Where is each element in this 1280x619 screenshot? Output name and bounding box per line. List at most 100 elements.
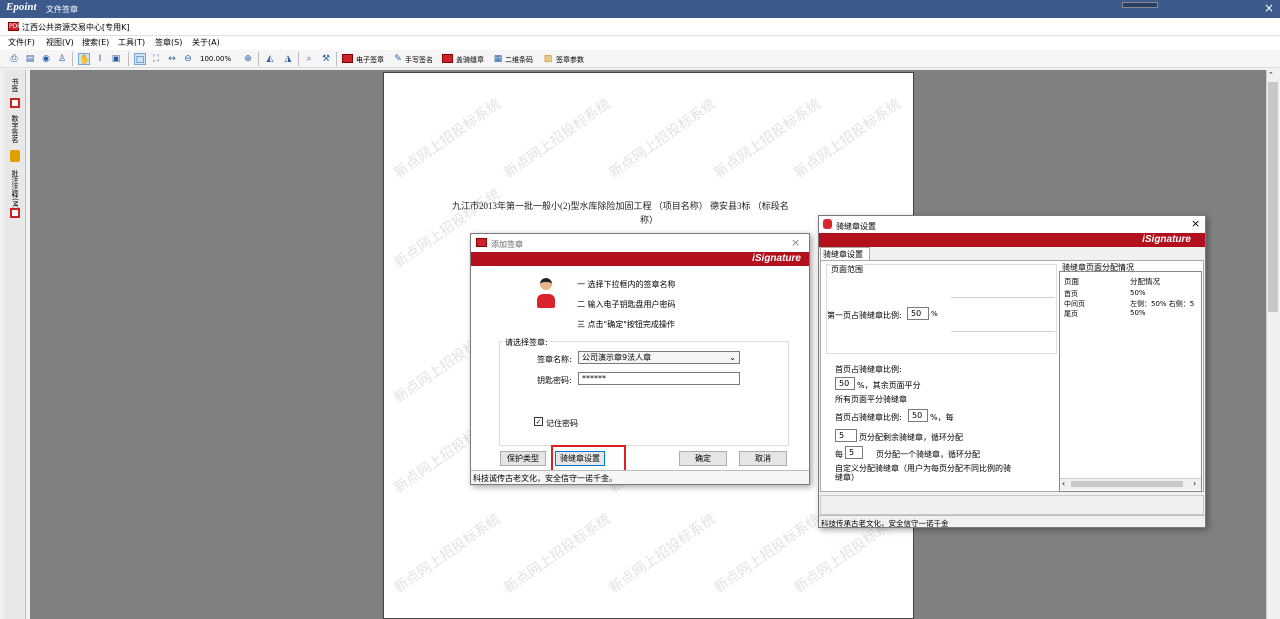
each-prefix: 每 — [835, 450, 843, 459]
sidebar-annotation[interactable]: 批注注释(M) — [10, 170, 20, 210]
search-icon[interactable]: ⌕ — [303, 53, 315, 65]
document-bar — [0, 18, 1280, 36]
electronic-seal-button[interactable]: 电子签章 — [356, 55, 384, 65]
scrollbar-thumb[interactable] — [1268, 82, 1278, 312]
tab-riding-settings[interactable]: 骑缝章设置 — [820, 247, 870, 261]
hscroll-thumb[interactable] — [1071, 481, 1183, 487]
pdf-icon: PDF — [8, 22, 21, 31]
annotation-icon[interactable] — [10, 208, 20, 218]
step-3: 三 点击"确定"按钮完成操作 — [577, 320, 675, 329]
handwrite-icon[interactable]: ✎ — [392, 53, 404, 65]
protect-type-button[interactable]: 保护类型 — [500, 451, 546, 466]
fit-page-icon[interactable]: ⛶ — [150, 53, 162, 65]
app-close-button[interactable]: × — [1261, 1, 1277, 15]
digital-sign-icon[interactable] — [10, 150, 20, 162]
riding-close-button[interactable]: × — [1191, 217, 1200, 230]
each-input[interactable]: 5 — [845, 446, 863, 459]
scroll-right-icon[interactable]: › — [1193, 479, 1196, 488]
riding-seal-icon[interactable] — [442, 54, 453, 63]
zoom-level[interactable]: 100.00% — [200, 55, 231, 63]
head-ratio-label: 首页占骑缝章比例: — [835, 365, 902, 374]
seal-user-icon — [535, 278, 557, 314]
dist-header-alloc: 分配情况 — [1130, 277, 1160, 286]
sidebar-bookmark[interactable]: 书签 — [10, 78, 20, 92]
seal-group-label: 请选择签章: — [503, 337, 550, 348]
menu-view[interactable]: 视图(V) — [46, 37, 74, 48]
handwrite-sign-button[interactable]: 手写签名 — [405, 55, 433, 65]
watermark-text: 新点网上招投标系统 — [391, 96, 504, 182]
custom-allocation[interactable]: 自定义分配骑缝章（用户为每页分配不同比例的骑缝章） — [835, 464, 1011, 482]
app-title: 文件签章 — [46, 5, 78, 14]
fit-width-icon[interactable]: ↔ — [166, 53, 178, 65]
pages-suffix: 页分配剩余骑缝章，循环分配 — [859, 433, 963, 442]
dist-header-page: 页面 — [1064, 277, 1079, 286]
head-ratio2-suffix: %，每 — [930, 413, 954, 422]
single-page-icon[interactable]: □ — [134, 53, 146, 65]
scroll-left-icon[interactable]: ‹ — [1062, 479, 1065, 488]
zoom-out-icon[interactable]: ⊖ — [182, 53, 194, 65]
sidebar-digital-sign[interactable]: 数字签名 — [10, 115, 20, 143]
select-text-icon[interactable]: I — [94, 53, 106, 65]
step-1: 一 选择下拉框内的签章名称 — [577, 280, 676, 289]
menu-search[interactable]: 搜索(E) — [82, 37, 109, 48]
stamp-icon[interactable]: ♙ — [56, 53, 68, 65]
qrcode-button[interactable]: 二维条码 — [505, 55, 533, 65]
seal-name-select[interactable]: 公司演示章9法人章 ⌄ — [578, 351, 740, 364]
hand-tool-icon[interactable]: ✋ — [78, 53, 90, 65]
qrcode-icon[interactable]: ▦ — [492, 53, 504, 65]
add-seal-title: 添加签章 — [491, 240, 523, 249]
cancel-button[interactable]: 取消 — [739, 451, 787, 466]
head-ratio2-input[interactable]: 50 — [908, 409, 928, 422]
head-ratio-suffix: %，其余页面平分 — [857, 381, 921, 390]
rotate-left-icon[interactable]: ◭ — [264, 53, 276, 65]
watermark-text: 新点网上招投标系统 — [501, 96, 614, 182]
pages-input[interactable]: 5 — [835, 429, 857, 442]
watermark-text: 新点网上招投标系统 — [606, 96, 719, 182]
first-page-ratio-input[interactable]: 50 — [907, 307, 929, 320]
remember-password-checkbox[interactable]: ✓ — [534, 417, 543, 426]
rotate-right-icon[interactable]: ◮ — [282, 53, 294, 65]
menu-file[interactable]: 文件(F) — [8, 37, 35, 48]
zoom-in-icon[interactable]: ⊕ — [242, 53, 254, 65]
dist-row-page: 中间页 — [1064, 300, 1085, 308]
all-pages-label[interactable]: 所有页面平分骑缝章 — [835, 394, 907, 405]
seal-params-icon[interactable]: ▨ — [542, 53, 554, 65]
riding-title-bar — [819, 216, 1205, 233]
head-ratio2-label: 首页占骑缝章比例: — [835, 413, 902, 422]
titlebar-widget[interactable] — [1122, 2, 1158, 8]
isignature-banner: iSignature — [471, 252, 809, 266]
riding-seal-button[interactable]: 盖骑缝章 — [456, 55, 484, 65]
dist-row-alloc: 左侧：50% 右侧：5 — [1130, 300, 1195, 308]
range-group — [826, 264, 1057, 354]
key-password-input[interactable]: ****** — [578, 372, 740, 385]
riding-seal-dialog: 骑缝章设置 × iSignature 骑缝章设置 页面范围 第一页占骑缝章比例:… — [818, 215, 1206, 528]
riding-title: 骑缝章设置 — [836, 222, 876, 231]
snapshot-icon[interactable]: ▣ — [110, 53, 122, 65]
chevron-down-icon: ⌄ — [729, 353, 736, 362]
print-icon[interactable]: ⎙ — [8, 53, 20, 65]
document-title[interactable]: 江西公共资源交易中心[专用K] — [22, 22, 130, 33]
riding-status: 科技传承古老文化，安全信守一诺千金 — [821, 519, 949, 528]
menu-tools[interactable]: 工具(T) — [118, 37, 145, 48]
scroll-up-icon[interactable]: ⌃ — [1268, 71, 1274, 79]
dist-row-page: 尾页 — [1064, 310, 1078, 318]
remember-password-label: 记住密码 — [546, 419, 578, 428]
head-ratio-input[interactable]: 50 — [835, 377, 855, 390]
seal-name-value: 公司演示章9法人章 — [582, 353, 652, 362]
settings-tool-icon[interactable]: ⚒ — [320, 53, 332, 65]
add-seal-close-button[interactable]: × — [791, 236, 800, 249]
document-line-1: 九江市2013年第一批一般小(2)型水库除险加固工程 （项目名称） 德安县3标 … — [452, 201, 789, 211]
page-icon[interactable]: ▤ — [24, 53, 36, 65]
menu-seal[interactable]: 签章(S) — [155, 37, 182, 48]
step-2: 二 输入电子钥匙盘用户密码 — [577, 300, 676, 309]
electronic-seal-icon[interactable] — [342, 54, 353, 63]
ok-button[interactable]: 确定 — [679, 451, 727, 466]
app-titlebar — [0, 0, 1280, 18]
bookmark-icon[interactable] — [10, 98, 20, 108]
find-icon[interactable]: ◉ — [40, 53, 52, 65]
seal-params-button[interactable]: 签章参数 — [556, 55, 584, 65]
menu-about[interactable]: 关于(A) — [192, 37, 220, 48]
first-page-percent: % — [931, 310, 938, 318]
epoint-logo: Epoint — [6, 1, 37, 13]
dialog-pdf-icon — [476, 238, 487, 247]
